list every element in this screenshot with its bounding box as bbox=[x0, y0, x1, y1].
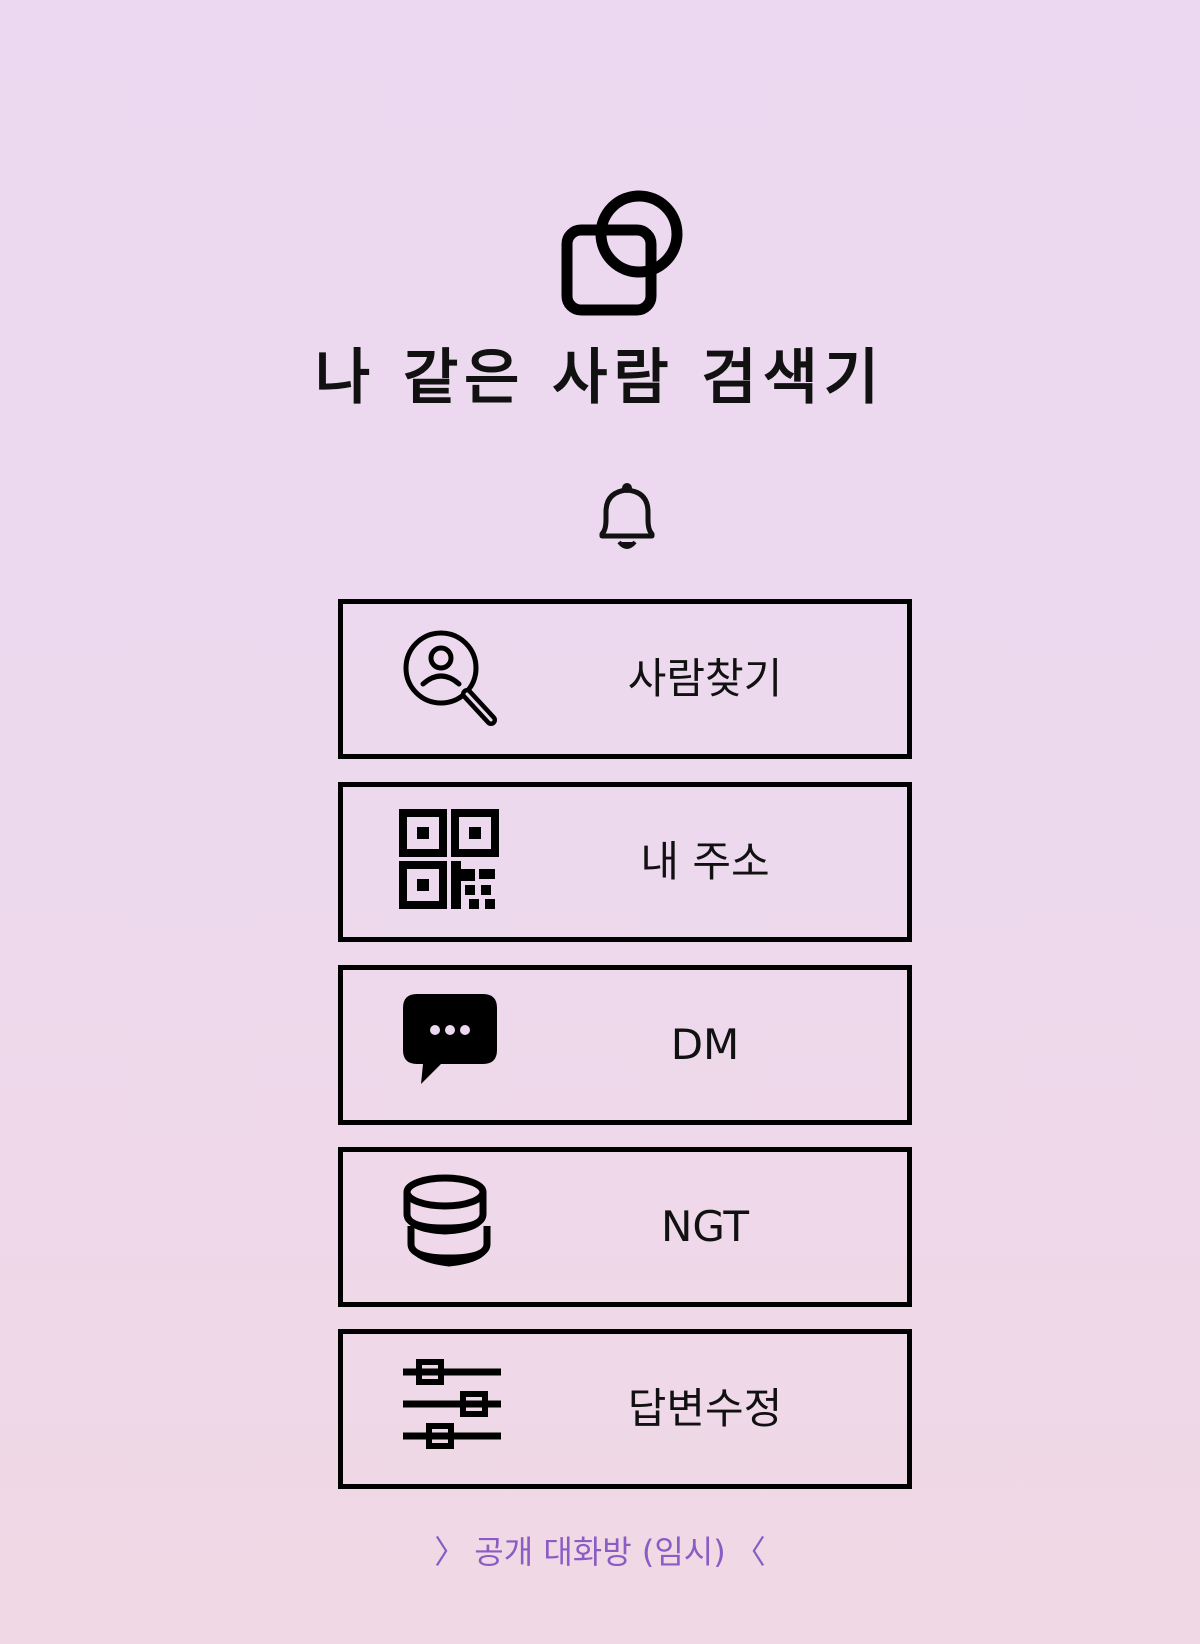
menu-item-find-people[interactable]: 사람찾기 bbox=[338, 599, 912, 759]
chat-bubble-icon bbox=[399, 992, 509, 1102]
chevron-left-icon: 〈 bbox=[733, 1533, 766, 1571]
app-screen: 나 같은 사람 검색기 사람찾기 내 주소 DM NGT 답변수정 〉 공개 대… bbox=[0, 0, 1200, 1644]
bell-icon[interactable] bbox=[592, 480, 662, 560]
sliders-icon bbox=[399, 1356, 509, 1466]
coin-stack-icon bbox=[399, 1174, 509, 1284]
qr-code-icon bbox=[399, 809, 509, 919]
menu-item-label: 사람찾기 bbox=[627, 654, 783, 703]
chevron-right-icon: 〉 bbox=[434, 1533, 467, 1571]
menu-item-edit-answers[interactable]: 답변수정 bbox=[338, 1329, 912, 1489]
menu-item-label: 답변수정 bbox=[627, 1384, 783, 1433]
logo-icon bbox=[555, 182, 705, 322]
menu-item-label: 내 주소 bbox=[640, 837, 770, 886]
menu-item-label: DM bbox=[670, 1020, 740, 1069]
menu-item-my-address[interactable]: 내 주소 bbox=[338, 782, 912, 942]
app-title: 나 같은 사람 검색기 bbox=[314, 343, 886, 413]
menu-item-label: NGT bbox=[660, 1202, 750, 1251]
menu-item-dm[interactable]: DM bbox=[338, 965, 912, 1125]
public-chatroom-link-label: 공개 대화방 (임시) bbox=[474, 1533, 726, 1571]
menu-item-ngt[interactable]: NGT bbox=[338, 1147, 912, 1307]
person-search-icon bbox=[399, 626, 509, 736]
public-chatroom-link[interactable]: 〉 공개 대화방 (임시) 〈 bbox=[0, 1527, 1200, 1573]
